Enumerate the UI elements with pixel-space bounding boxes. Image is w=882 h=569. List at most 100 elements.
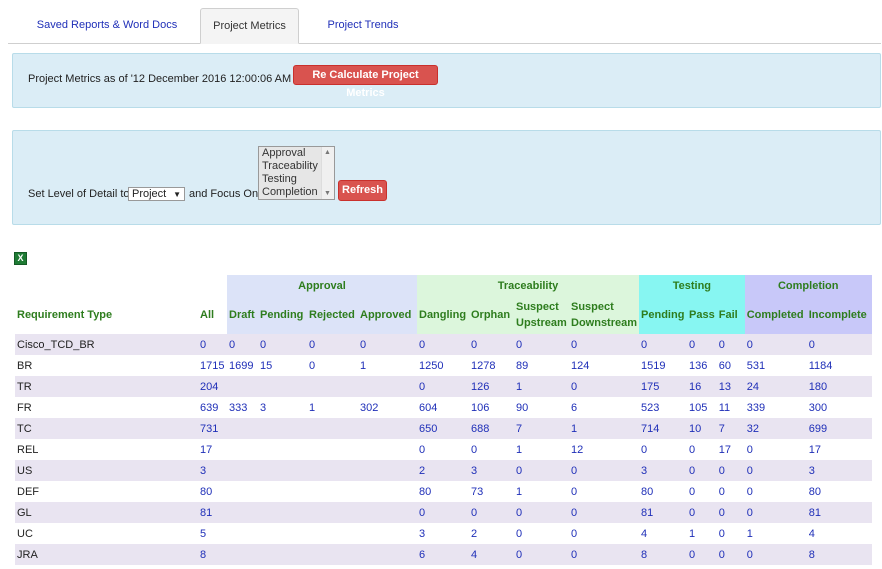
metric-value-cell[interactable]: 32 [744, 418, 807, 439]
refresh-button[interactable]: Refresh [338, 180, 387, 201]
metric-value-cell[interactable]: 4 [469, 544, 514, 565]
metric-value-cell[interactable]: 302 [358, 397, 417, 418]
metric-value-cell[interactable]: 0 [687, 439, 717, 460]
metric-value-cell[interactable]: 714 [639, 418, 688, 439]
metric-value-cell[interactable]: 639 [198, 397, 227, 418]
metric-value-cell[interactable]: 3 [198, 460, 227, 481]
metric-value-cell[interactable]: 80 [639, 481, 687, 502]
metric-value-cell[interactable]: 8 [806, 544, 872, 565]
metric-value-cell[interactable]: 3 [639, 460, 688, 481]
metric-value-cell[interactable]: 11 [717, 397, 745, 418]
metric-value-cell[interactable]: 15 [258, 355, 307, 376]
metric-value-cell[interactable]: 699 [806, 418, 872, 439]
metric-value-cell[interactable]: 0 [569, 481, 639, 502]
metric-value-cell[interactable]: 0 [639, 439, 687, 460]
metric-value-cell[interactable]: 81 [806, 502, 872, 523]
tab-project-metrics[interactable]: Project Metrics [200, 8, 299, 44]
metric-value-cell[interactable]: 0 [717, 523, 745, 544]
metric-value-cell[interactable]: 0 [307, 334, 358, 355]
metric-value-cell[interactable]: 0 [744, 460, 807, 481]
metric-value-cell[interactable]: 8 [198, 544, 227, 565]
metric-value-cell[interactable]: 0 [745, 481, 807, 502]
metric-value-cell[interactable]: 4 [807, 523, 872, 544]
metric-value-cell[interactable]: 16 [687, 376, 717, 397]
metric-value-cell[interactable]: 180 [806, 376, 872, 397]
metric-value-cell[interactable]: 13 [716, 376, 745, 397]
metric-value-cell[interactable]: 0 [198, 334, 227, 355]
metric-value-cell[interactable]: 0 [569, 544, 640, 565]
metric-value-cell[interactable]: 0 [258, 334, 307, 355]
metric-value-cell[interactable]: 90 [514, 397, 569, 418]
metric-value-cell[interactable]: 204 [198, 376, 227, 397]
metric-value-cell[interactable]: 0 [687, 460, 717, 481]
metric-value-cell[interactable]: 17 [717, 439, 745, 460]
metric-value-cell[interactable]: 7 [716, 418, 745, 439]
metric-value-cell[interactable]: 0 [569, 460, 640, 481]
metric-value-cell[interactable]: 17 [198, 439, 227, 460]
tab-saved-reports[interactable]: Saved Reports & Word Docs [22, 8, 192, 43]
metric-value-cell[interactable]: 0 [687, 481, 717, 502]
metric-value-cell[interactable]: 0 [716, 502, 745, 523]
metric-value-cell[interactable]: 0 [569, 523, 639, 544]
metric-value-cell[interactable]: 0 [716, 334, 745, 355]
metric-value-cell[interactable]: 1519 [639, 355, 687, 376]
metric-value-cell[interactable]: 688 [469, 418, 514, 439]
metric-value-cell[interactable]: 126 [469, 376, 514, 397]
metric-value-cell[interactable]: 1184 [807, 355, 872, 376]
metric-value-cell[interactable]: 10 [687, 418, 717, 439]
metric-value-cell[interactable]: 0 [417, 502, 469, 523]
metric-value-cell[interactable]: 0 [514, 544, 569, 565]
listbox-scrollbar[interactable]: ▲ ▼ [321, 147, 334, 199]
metric-value-cell[interactable]: 1 [514, 481, 569, 502]
metric-value-cell[interactable]: 105 [687, 397, 717, 418]
metric-value-cell[interactable]: 106 [469, 397, 514, 418]
metric-value-cell[interactable]: 4 [639, 523, 687, 544]
metric-value-cell[interactable]: 0 [417, 439, 469, 460]
metric-value-cell[interactable]: 73 [469, 481, 514, 502]
metric-value-cell[interactable]: 0 [514, 523, 569, 544]
metric-value-cell[interactable]: 731 [198, 418, 227, 439]
metric-value-cell[interactable]: 12 [569, 439, 639, 460]
metric-value-cell[interactable]: 60 [717, 355, 745, 376]
metric-value-cell[interactable]: 0 [469, 439, 514, 460]
metric-value-cell[interactable]: 1278 [469, 355, 514, 376]
recalculate-metrics-button[interactable]: Re Calculate Project Metrics [293, 65, 438, 99]
metric-value-cell[interactable]: 0 [514, 502, 569, 523]
metric-value-cell[interactable]: 650 [417, 418, 469, 439]
metric-value-cell[interactable]: 0 [744, 502, 807, 523]
metric-value-cell[interactable]: 17 [807, 439, 872, 460]
metric-value-cell[interactable]: 81 [198, 502, 227, 523]
metric-value-cell[interactable]: 0 [417, 376, 469, 397]
metric-value-cell[interactable]: 0 [227, 334, 258, 355]
scroll-up-icon[interactable]: ▲ [324, 149, 331, 156]
metric-value-cell[interactable]: 1 [514, 376, 569, 397]
metric-value-cell[interactable]: 80 [807, 481, 872, 502]
metric-value-cell[interactable]: 1 [745, 523, 807, 544]
metric-value-cell[interactable]: 80 [417, 481, 469, 502]
metric-value-cell[interactable]: 89 [514, 355, 569, 376]
metric-value-cell[interactable]: 0 [569, 334, 640, 355]
metric-value-cell[interactable]: 300 [807, 397, 872, 418]
metric-value-cell[interactable]: 0 [307, 355, 358, 376]
metric-value-cell[interactable]: 0 [514, 460, 569, 481]
metric-value-cell[interactable]: 7 [514, 418, 569, 439]
metric-value-cell[interactable]: 6 [417, 544, 469, 565]
metric-value-cell[interactable]: 136 [687, 355, 717, 376]
metric-value-cell[interactable]: 1 [358, 355, 417, 376]
metric-value-cell[interactable]: 2 [469, 523, 514, 544]
metric-value-cell[interactable]: 175 [639, 376, 688, 397]
metric-value-cell[interactable]: 1 [687, 523, 717, 544]
metric-value-cell[interactable]: 3 [258, 397, 307, 418]
metric-value-cell[interactable]: 3 [417, 523, 469, 544]
metric-value-cell[interactable]: 0 [687, 334, 717, 355]
metric-value-cell[interactable]: 81 [639, 502, 688, 523]
metric-value-cell[interactable]: 5 [198, 523, 227, 544]
metric-value-cell[interactable]: 124 [569, 355, 639, 376]
metric-value-cell[interactable]: 8 [639, 544, 688, 565]
metric-value-cell[interactable]: 0 [417, 334, 469, 355]
metric-value-cell[interactable]: 0 [806, 334, 872, 355]
metric-value-cell[interactable]: 333 [227, 397, 258, 418]
metric-value-cell[interactable]: 0 [469, 334, 514, 355]
focus-listbox[interactable]: Approval Traceability Testing Completion… [258, 146, 335, 200]
metric-value-cell[interactable]: 0 [687, 502, 717, 523]
